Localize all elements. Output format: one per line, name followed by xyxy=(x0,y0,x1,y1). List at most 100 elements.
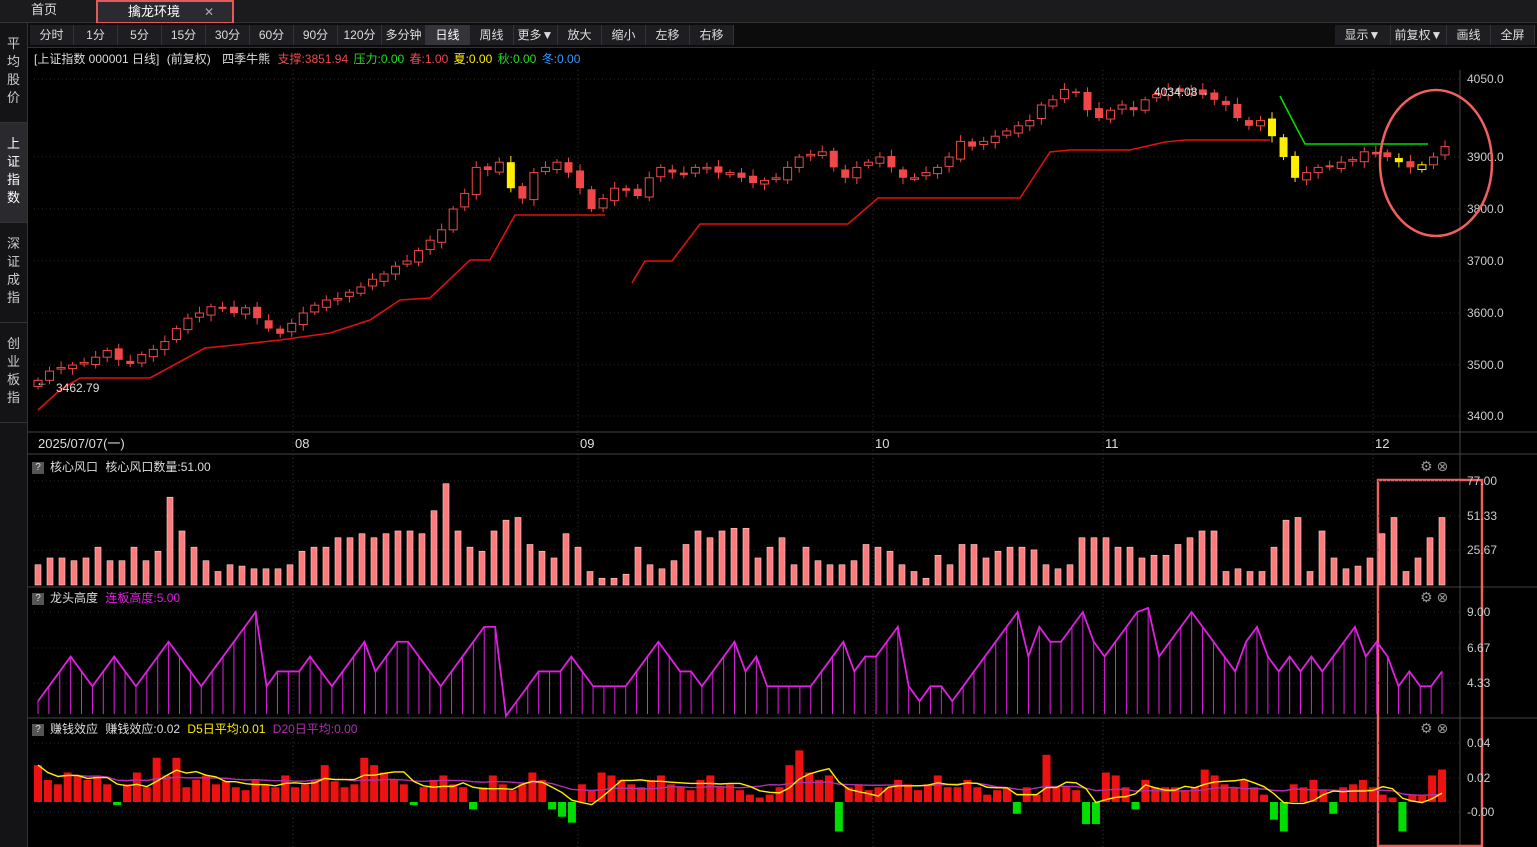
candle-body xyxy=(887,155,896,168)
y-tick-label: 3800.0 xyxy=(1467,202,1504,216)
candle-body xyxy=(540,166,550,173)
p1-bar xyxy=(154,550,162,586)
p3-bar-down xyxy=(1279,802,1288,832)
p1-bar xyxy=(454,530,462,586)
p1-bar xyxy=(514,517,522,586)
candle-body xyxy=(1129,107,1138,111)
pressure-line xyxy=(1279,95,1428,145)
p1-bar xyxy=(1438,517,1446,586)
p3-bar-up xyxy=(241,790,250,802)
p1-bar xyxy=(898,564,906,586)
p1-bar xyxy=(478,550,486,586)
p3-bar-up xyxy=(419,787,428,802)
p1-bar xyxy=(226,564,234,586)
candle-body xyxy=(241,307,251,315)
p1-bar xyxy=(994,550,1002,586)
candle-body xyxy=(1140,99,1150,111)
p1-bar xyxy=(262,568,270,586)
p3-bar-up xyxy=(874,787,883,802)
p1-bar xyxy=(1222,571,1230,586)
p3-bar-up xyxy=(103,784,112,802)
candle-body xyxy=(633,188,642,196)
p3-bar-down xyxy=(1398,802,1407,832)
p3-bar-up xyxy=(1101,772,1110,802)
p1-bar xyxy=(586,571,594,586)
p1-bar xyxy=(754,557,762,586)
p1-bar xyxy=(214,571,222,586)
candle-body xyxy=(1036,104,1046,120)
p3-bar-up xyxy=(271,787,280,802)
candle-body xyxy=(218,306,227,309)
candle-body xyxy=(79,361,89,365)
p3-y-tick: 0.02 xyxy=(1467,771,1491,785)
p3-bar-up xyxy=(923,784,932,802)
candle-body xyxy=(875,156,885,164)
candle-body xyxy=(1279,137,1288,157)
p1-bar xyxy=(1246,571,1254,586)
candle-body xyxy=(921,172,931,177)
p2-line xyxy=(37,606,1443,719)
p3-bar-up xyxy=(1289,784,1298,802)
candle-body xyxy=(1255,120,1265,127)
candle-body xyxy=(668,169,677,173)
candle-body xyxy=(1394,158,1403,163)
p3-bar-up xyxy=(1349,784,1358,802)
candle-body xyxy=(979,140,989,146)
p3-bar-up xyxy=(1190,787,1199,802)
low-arrow-icon: ← xyxy=(36,375,48,389)
p3-bar-up xyxy=(706,775,715,802)
p3-bar-down xyxy=(1082,802,1091,825)
y-tick-label: 3900.0 xyxy=(1467,150,1504,164)
p3-bar-up xyxy=(1230,787,1239,802)
p3-bar-up xyxy=(805,772,814,802)
low-annotation: 3462.79 xyxy=(56,381,100,395)
candle-body xyxy=(1417,164,1427,170)
p3-bar-up xyxy=(93,775,102,802)
p1-bar xyxy=(58,557,66,586)
p1-bar xyxy=(1234,568,1242,586)
candle-body xyxy=(471,166,481,195)
candle-body xyxy=(460,192,470,208)
p1-bar xyxy=(1318,530,1326,586)
p3-bar-up xyxy=(1240,779,1249,802)
candle-body xyxy=(506,162,515,189)
candle-body xyxy=(414,250,424,263)
p1-bar xyxy=(1114,546,1122,586)
p1-bar xyxy=(766,546,774,586)
p1-bar xyxy=(430,510,438,586)
p3-bar-up xyxy=(795,750,804,802)
p1-bar xyxy=(658,568,666,586)
candle-body xyxy=(206,306,216,316)
p3-bar-up xyxy=(627,784,636,802)
candle-body xyxy=(587,189,596,209)
candle-body xyxy=(253,306,262,319)
p3-bar-up xyxy=(162,775,171,802)
p1-bar xyxy=(502,519,510,586)
p1-bar xyxy=(382,533,390,586)
candle-body xyxy=(1221,100,1230,105)
p3-bar-up xyxy=(192,779,201,802)
p1-bar xyxy=(862,544,870,586)
candle-body xyxy=(714,166,723,173)
p1-bar xyxy=(802,546,810,586)
p3-bar-down xyxy=(567,802,576,823)
candle-body xyxy=(564,162,573,173)
p3-bar-up xyxy=(686,790,695,802)
candle-body xyxy=(356,286,366,294)
p1-bar xyxy=(82,557,90,586)
p1-bar xyxy=(682,544,690,586)
p1-bar xyxy=(46,557,54,586)
p3-bar-up xyxy=(221,781,230,802)
p3-bar-up xyxy=(1151,787,1160,802)
p3-bar-up xyxy=(370,765,379,802)
p3-y-tick: 0.04 xyxy=(1467,736,1491,750)
candle-body xyxy=(68,364,78,370)
candle-body xyxy=(1059,88,1069,100)
p1-bar xyxy=(466,546,474,586)
p1-bar xyxy=(1198,530,1206,586)
candle-body xyxy=(760,179,770,185)
p3-bar-up xyxy=(122,784,131,802)
candle-body xyxy=(494,161,504,173)
p3-bar-up xyxy=(300,784,309,802)
candle-body xyxy=(852,166,862,179)
